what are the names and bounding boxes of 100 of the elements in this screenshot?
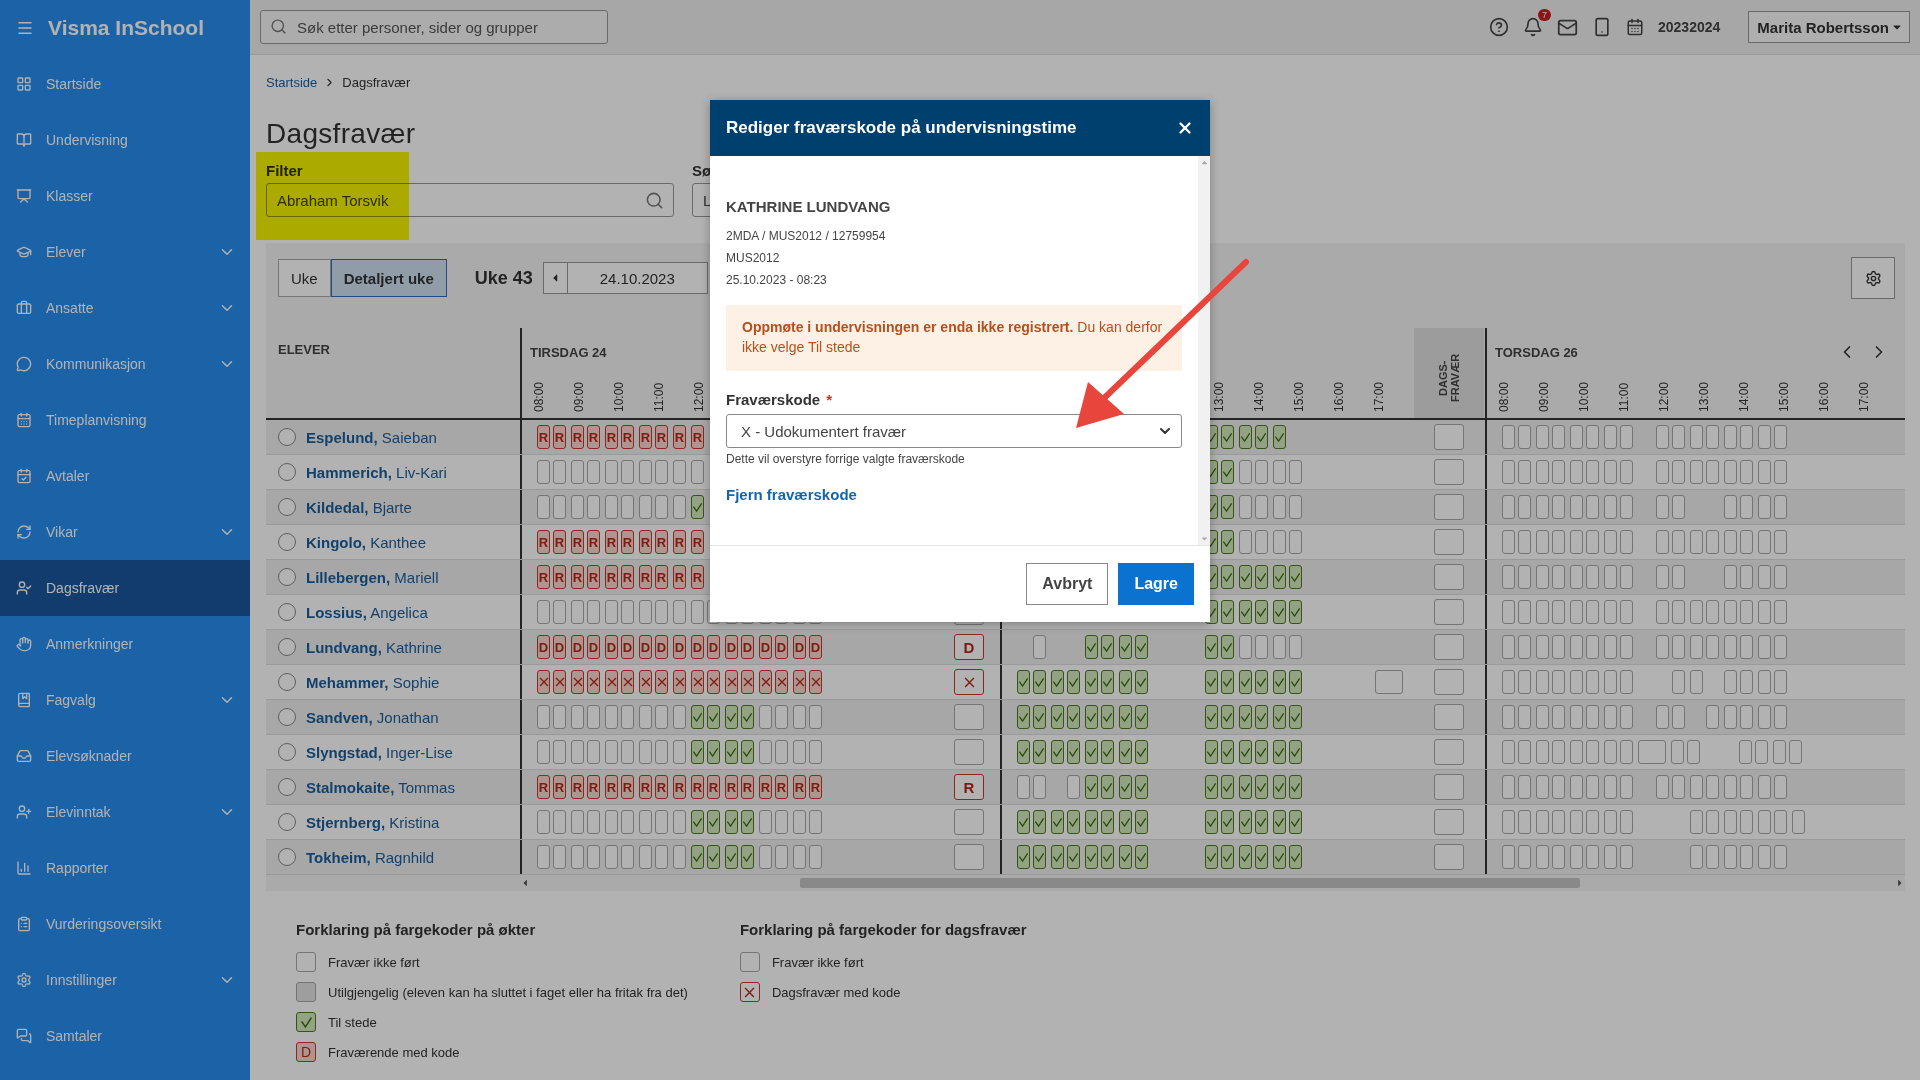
- search-field[interactable]: Søk etter personer, sider og grupper: [260, 10, 608, 44]
- student-name-link[interactable]: Hammerich, Liv-Kari: [306, 463, 447, 481]
- empty-session-slot[interactable]: [775, 740, 788, 764]
- sidebar-item[interactable]: Undervisning: [0, 112, 250, 168]
- row-checkbox[interactable]: [278, 498, 296, 516]
- absence-code-cell[interactable]: R: [587, 425, 600, 449]
- empty-session-slot[interactable]: [1656, 635, 1669, 659]
- empty-session-slot[interactable]: [1724, 635, 1737, 659]
- present-session-cell[interactable]: [1051, 670, 1064, 694]
- empty-session-slot[interactable]: [537, 460, 550, 484]
- empty-session-slot[interactable]: [1656, 600, 1669, 624]
- absence-code-cell[interactable]: R: [571, 775, 584, 799]
- present-session-cell[interactable]: [725, 740, 738, 764]
- daily-absence-slot[interactable]: [1434, 494, 1464, 520]
- present-session-cell[interactable]: [1119, 810, 1132, 834]
- row-checkbox[interactable]: [278, 463, 296, 481]
- empty-session-slot[interactable]: [1774, 530, 1787, 554]
- empty-session-slot[interactable]: [1620, 635, 1633, 659]
- empty-session-slot[interactable]: [1620, 495, 1633, 519]
- empty-session-slot[interactable]: [1758, 425, 1771, 449]
- daily-absence-slot[interactable]: [1434, 704, 1464, 730]
- empty-session-slot[interactable]: [537, 495, 550, 519]
- empty-session-slot[interactable]: [1740, 775, 1753, 799]
- empty-session-slot[interactable]: [1672, 460, 1685, 484]
- present-session-cell[interactable]: [1221, 425, 1234, 449]
- absence-code-cell[interactable]: R: [775, 775, 788, 799]
- empty-session-slot[interactable]: [1017, 775, 1030, 799]
- daily-absence-code[interactable]: R: [954, 774, 984, 800]
- empty-session-slot[interactable]: [1706, 705, 1719, 729]
- present-session-cell[interactable]: [707, 740, 720, 764]
- present-session-cell[interactable]: [1119, 845, 1132, 869]
- empty-session-slot[interactable]: [1536, 775, 1549, 799]
- empty-session-slot[interactable]: [605, 810, 618, 834]
- absence-code-cell[interactable]: D: [537, 635, 550, 659]
- absence-code-cell[interactable]: R: [639, 530, 652, 554]
- empty-session-slot[interactable]: [1536, 425, 1549, 449]
- empty-session-slot[interactable]: [1289, 460, 1302, 484]
- present-session-cell[interactable]: [1101, 705, 1114, 729]
- absence-code-select[interactable]: X - Udokumentert fravær: [726, 414, 1182, 448]
- absence-code-cell[interactable]: D: [571, 635, 584, 659]
- absence-code-cell[interactable]: R: [621, 425, 634, 449]
- empty-session-slot[interactable]: [1586, 635, 1599, 659]
- empty-session-slot[interactable]: [639, 600, 652, 624]
- present-session-cell[interactable]: [741, 740, 754, 764]
- empty-session-slot[interactable]: [571, 600, 584, 624]
- empty-session-slot[interactable]: [759, 845, 772, 869]
- empty-session-slot[interactable]: [809, 810, 822, 834]
- empty-session-slot[interactable]: [1774, 775, 1787, 799]
- empty-session-slot[interactable]: [1570, 635, 1583, 659]
- empty-session-slot[interactable]: [1740, 530, 1753, 554]
- empty-session-slot[interactable]: [1067, 775, 1080, 799]
- empty-session-slot[interactable]: [1586, 705, 1599, 729]
- sidebar-item[interactable]: Elevinntak: [0, 784, 250, 840]
- present-session-cell[interactable]: [1101, 635, 1114, 659]
- empty-session-slot[interactable]: [655, 740, 668, 764]
- absence-code-cell[interactable]: R: [571, 565, 584, 589]
- present-session-cell[interactable]: [1239, 705, 1252, 729]
- empty-session-slot[interactable]: [1672, 775, 1685, 799]
- present-session-cell[interactable]: [707, 810, 720, 834]
- empty-session-slot[interactable]: [1255, 495, 1268, 519]
- empty-session-slot[interactable]: [1586, 600, 1599, 624]
- present-session-cell[interactable]: [1085, 635, 1098, 659]
- absence-session-cell[interactable]: [809, 670, 822, 694]
- absence-code-cell[interactable]: R: [571, 530, 584, 554]
- empty-session-slot[interactable]: [1604, 460, 1617, 484]
- empty-session-slot[interactable]: [1502, 635, 1515, 659]
- empty-session-slot[interactable]: [673, 460, 686, 484]
- absence-code-cell[interactable]: R: [605, 565, 618, 589]
- absence-code-cell[interactable]: R: [537, 530, 550, 554]
- present-session-cell[interactable]: [1273, 740, 1286, 764]
- absence-code-cell[interactable]: R: [793, 775, 806, 799]
- empty-session-slot[interactable]: [1255, 530, 1268, 554]
- empty-session-slot[interactable]: [1758, 495, 1771, 519]
- view-tab[interactable]: Uke: [278, 259, 331, 297]
- absence-code-cell[interactable]: D: [775, 635, 788, 659]
- empty-session-slot[interactable]: [1502, 705, 1515, 729]
- empty-session-slot[interactable]: [605, 740, 618, 764]
- empty-session-slot[interactable]: [1604, 810, 1617, 834]
- present-session-cell[interactable]: [1017, 845, 1030, 869]
- empty-session-slot[interactable]: [1586, 425, 1599, 449]
- empty-session-slot[interactable]: [1690, 425, 1703, 449]
- present-session-cell[interactable]: [1239, 600, 1252, 624]
- empty-session-slot[interactable]: [1758, 845, 1771, 869]
- empty-session-slot[interactable]: [1536, 740, 1549, 764]
- empty-session-slot[interactable]: [537, 600, 550, 624]
- empty-session-slot[interactable]: [605, 460, 618, 484]
- empty-session-slot[interactable]: [1570, 495, 1583, 519]
- row-checkbox[interactable]: [278, 428, 296, 446]
- daily-absence-slot[interactable]: [1434, 564, 1464, 590]
- empty-session-slot[interactable]: [1552, 460, 1565, 484]
- empty-session-slot[interactable]: [1570, 775, 1583, 799]
- cancel-button[interactable]: Avbryt: [1026, 563, 1109, 605]
- present-session-cell[interactable]: [1239, 775, 1252, 799]
- empty-session-slot[interactable]: [1755, 740, 1768, 764]
- close-button[interactable]: [1176, 119, 1194, 137]
- empty-session-slot[interactable]: [1552, 600, 1565, 624]
- empty-session-slot[interactable]: [1552, 810, 1565, 834]
- present-session-cell[interactable]: [1255, 775, 1268, 799]
- empty-session-slot[interactable]: [1656, 705, 1669, 729]
- present-session-cell[interactable]: [1273, 775, 1286, 799]
